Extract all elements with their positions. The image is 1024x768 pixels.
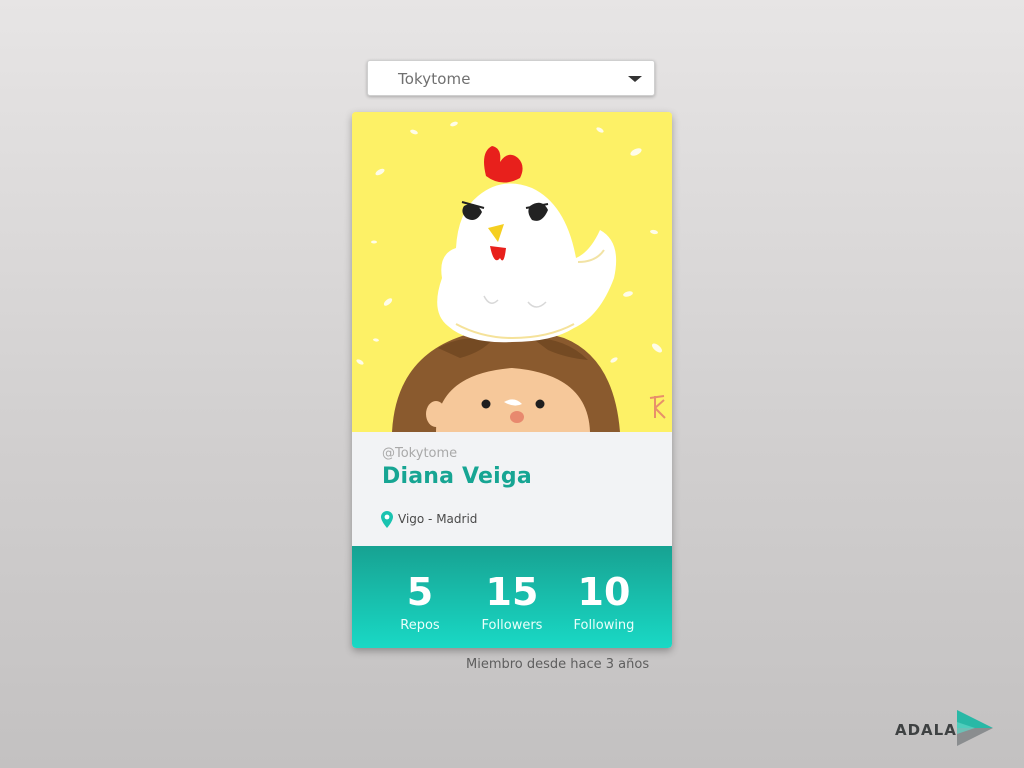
adalab-logo: ADALAB bbox=[893, 708, 998, 748]
stat-value: 10 bbox=[577, 570, 631, 614]
stat-value: 15 bbox=[485, 570, 539, 614]
username: @Tokytome bbox=[382, 446, 458, 461]
profile-name: Diana Veiga bbox=[382, 464, 532, 489]
member-since: Miembro desde hace 3 años bbox=[466, 657, 650, 672]
stat-followers: 15 Followers bbox=[466, 546, 558, 634]
stat-value: 5 bbox=[406, 570, 434, 614]
avatar bbox=[352, 112, 672, 432]
play-triangle-icon bbox=[957, 710, 993, 746]
profile-card: @Tokytome Diana Veiga Vigo - Madrid 5 Re… bbox=[352, 112, 672, 648]
stats-bar: 5 Repos 15 Followers 10 Following bbox=[352, 546, 672, 648]
stat-label: Following bbox=[573, 618, 635, 633]
user-select-value: Tokytome bbox=[398, 70, 471, 88]
avatar-illustration bbox=[352, 112, 672, 432]
location-label: Vigo - Madrid bbox=[398, 512, 478, 526]
profile-info: @Tokytome Diana Veiga Vigo - Madrid bbox=[352, 432, 672, 546]
map-pin-icon bbox=[381, 511, 393, 528]
chevron-down-icon[interactable] bbox=[628, 76, 642, 82]
user-select-dropdown[interactable]: Tokytome bbox=[367, 60, 655, 96]
stat-label: Repos bbox=[400, 618, 440, 633]
stat-repos: 5 Repos bbox=[374, 546, 466, 634]
stat-label: Followers bbox=[481, 618, 543, 633]
stat-following: 10 Following bbox=[558, 546, 650, 634]
